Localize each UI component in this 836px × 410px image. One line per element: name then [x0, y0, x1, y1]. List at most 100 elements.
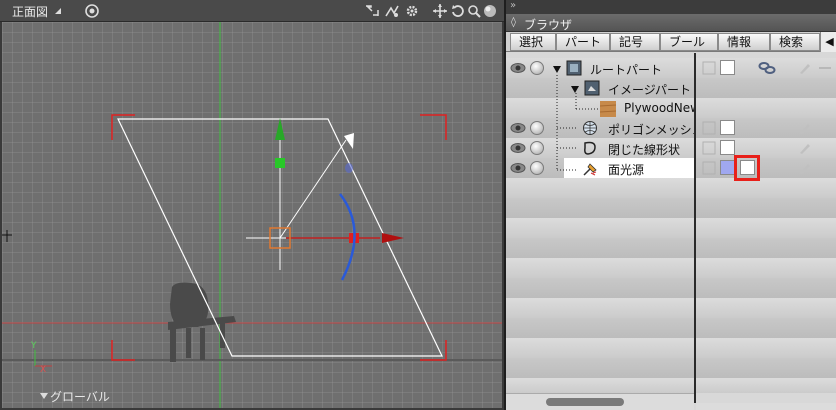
tab-part[interactable]: パート — [556, 33, 610, 51]
attr-row — [696, 258, 836, 278]
image-part-icon — [584, 80, 600, 96]
visibility-eye-icon[interactable] — [510, 62, 526, 74]
tree-row — [506, 318, 694, 338]
tree-row — [506, 378, 694, 393]
expand-triangle-icon[interactable] — [570, 84, 580, 94]
attr-row — [696, 218, 836, 238]
zoom-view-icon[interactable] — [466, 3, 482, 19]
attr-row — [696, 238, 836, 258]
axis-indicator — [34, 350, 52, 367]
tab-scroll-left-icon[interactable]: ◀ — [820, 32, 836, 52]
tree-row — [506, 238, 694, 258]
surface-swatch[interactable] — [720, 60, 735, 75]
polygon-mesh-icon — [583, 121, 597, 135]
front-view-canvas[interactable]: Y X — [2, 22, 502, 408]
view-mode-label[interactable]: 正面図 — [12, 3, 48, 20]
faint-sheet-icon — [702, 121, 716, 135]
texture-icon — [600, 101, 616, 117]
tree-row — [506, 338, 694, 358]
tree-row — [506, 298, 694, 318]
faint-line-icon — [819, 67, 831, 69]
browser-panel: » ◊ ブラウザ 選択 パート 記号 ブール 情報 検索 ◀ ルートパート イメ… — [504, 0, 836, 410]
viewport-panel: 正面図 Y X グローバル — [0, 0, 504, 410]
tree-item-root-part[interactable]: ルートパート — [590, 61, 662, 78]
faint-sheet-icon — [702, 161, 716, 175]
tab-info[interactable]: 情報 — [718, 33, 770, 51]
visibility-eye-icon[interactable] — [510, 122, 526, 134]
coordinate-system-label[interactable]: グローバル — [50, 388, 110, 405]
tree-item-plywood[interactable]: PlywoodNew — [624, 101, 700, 115]
tree-item-polygon-mesh[interactable]: ポリゴンメッシュ — [608, 121, 704, 138]
viewport-toolbar: 正面図 — [0, 0, 504, 22]
collapse-diamond-icon[interactable]: ◊ — [511, 17, 516, 28]
visibility-eye-icon[interactable] — [510, 162, 526, 174]
tree-item-area-light[interactable]: 面光源 — [608, 161, 644, 178]
attr-row — [696, 358, 836, 378]
faint-sheet-icon — [702, 141, 716, 155]
lock-dot[interactable] — [530, 61, 544, 75]
rotate-view-icon[interactable] — [450, 3, 466, 19]
attr-row — [696, 178, 836, 198]
tree-horizontal-scrollbar[interactable] — [506, 393, 694, 410]
footer-dropdown-icon[interactable] — [40, 392, 48, 400]
lock-dot[interactable] — [530, 121, 544, 135]
zoom-icon[interactable] — [384, 3, 400, 19]
tab-search[interactable]: 検索 — [770, 33, 820, 51]
lock-dot[interactable] — [530, 161, 544, 175]
faint-sheet-icon — [702, 61, 716, 75]
surface-swatch[interactable] — [720, 140, 735, 155]
attr-row — [696, 138, 836, 158]
tree-item-closed-line[interactable]: 閉じた線形状 — [608, 141, 680, 158]
light-color-swatch[interactable] — [720, 160, 735, 175]
view-mode-dropdown-icon[interactable] — [54, 5, 62, 15]
highlight-box — [734, 155, 760, 181]
attr-row — [696, 278, 836, 298]
attribute-column — [696, 53, 836, 393]
tree-row — [506, 358, 694, 378]
root-part-icon — [566, 60, 582, 76]
attr-row — [696, 338, 836, 358]
expand-triangle-icon[interactable] — [552, 64, 562, 74]
attr-row — [696, 198, 836, 218]
attr-row — [696, 378, 836, 393]
tree-item-image-part[interactable]: イメージパート — [608, 81, 691, 98]
faint-pencil-icon — [800, 164, 810, 174]
faint-pencil-icon — [800, 124, 810, 134]
tree-row — [506, 218, 694, 238]
target-icon[interactable] — [84, 3, 100, 19]
render-sphere-icon[interactable] — [482, 3, 498, 19]
tree-row — [506, 258, 694, 278]
expand-panel-icon[interactable]: » — [510, 0, 516, 12]
scene-graphics: Y X — [2, 22, 502, 408]
browser-titlebar[interactable]: ◊ ブラウザ — [506, 14, 836, 32]
faint-pencil-icon — [800, 64, 810, 74]
axis-y-label: Y — [30, 341, 37, 351]
scrollbar-thumb[interactable] — [546, 398, 624, 406]
axis-x-label: X — [40, 365, 46, 375]
faint-pencil-icon — [800, 144, 810, 154]
settings-icon[interactable] — [404, 3, 420, 19]
fit-icon[interactable] — [364, 3, 380, 19]
tab-symbol[interactable]: 記号 — [610, 33, 660, 51]
tab-boolean[interactable]: ブール — [660, 33, 718, 51]
browser-tabbar: 選択 パート 記号 ブール 情報 検索 ◀ — [506, 32, 836, 52]
attr-row — [696, 98, 836, 118]
y-scale-handle — [275, 158, 285, 168]
attr-row — [696, 78, 836, 98]
attr-row — [696, 298, 836, 318]
move-view-icon[interactable] — [432, 3, 448, 19]
area-light-icon — [583, 163, 597, 176]
attr-row — [696, 318, 836, 338]
attr-row — [696, 118, 836, 138]
browser-title: ブラウザ — [524, 18, 573, 32]
lock-dot[interactable] — [530, 141, 544, 155]
tab-select[interactable]: 選択 — [510, 33, 556, 51]
light-direction-line — [279, 139, 347, 239]
attr-scrollbar-area — [696, 403, 836, 410]
y-axis-handle — [275, 118, 285, 140]
surface-swatch[interactable] — [720, 120, 735, 135]
link-chain-icon[interactable] — [758, 61, 776, 75]
x-axis-handle — [382, 233, 404, 243]
visibility-eye-icon[interactable] — [510, 142, 526, 154]
attr-row — [696, 158, 836, 178]
